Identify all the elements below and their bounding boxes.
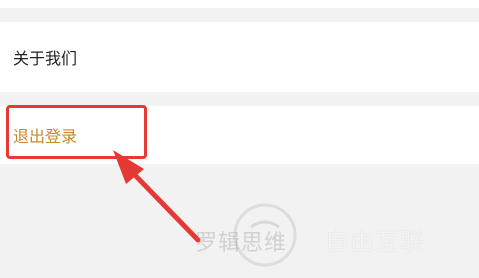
arrow-pointer-icon xyxy=(113,150,201,243)
